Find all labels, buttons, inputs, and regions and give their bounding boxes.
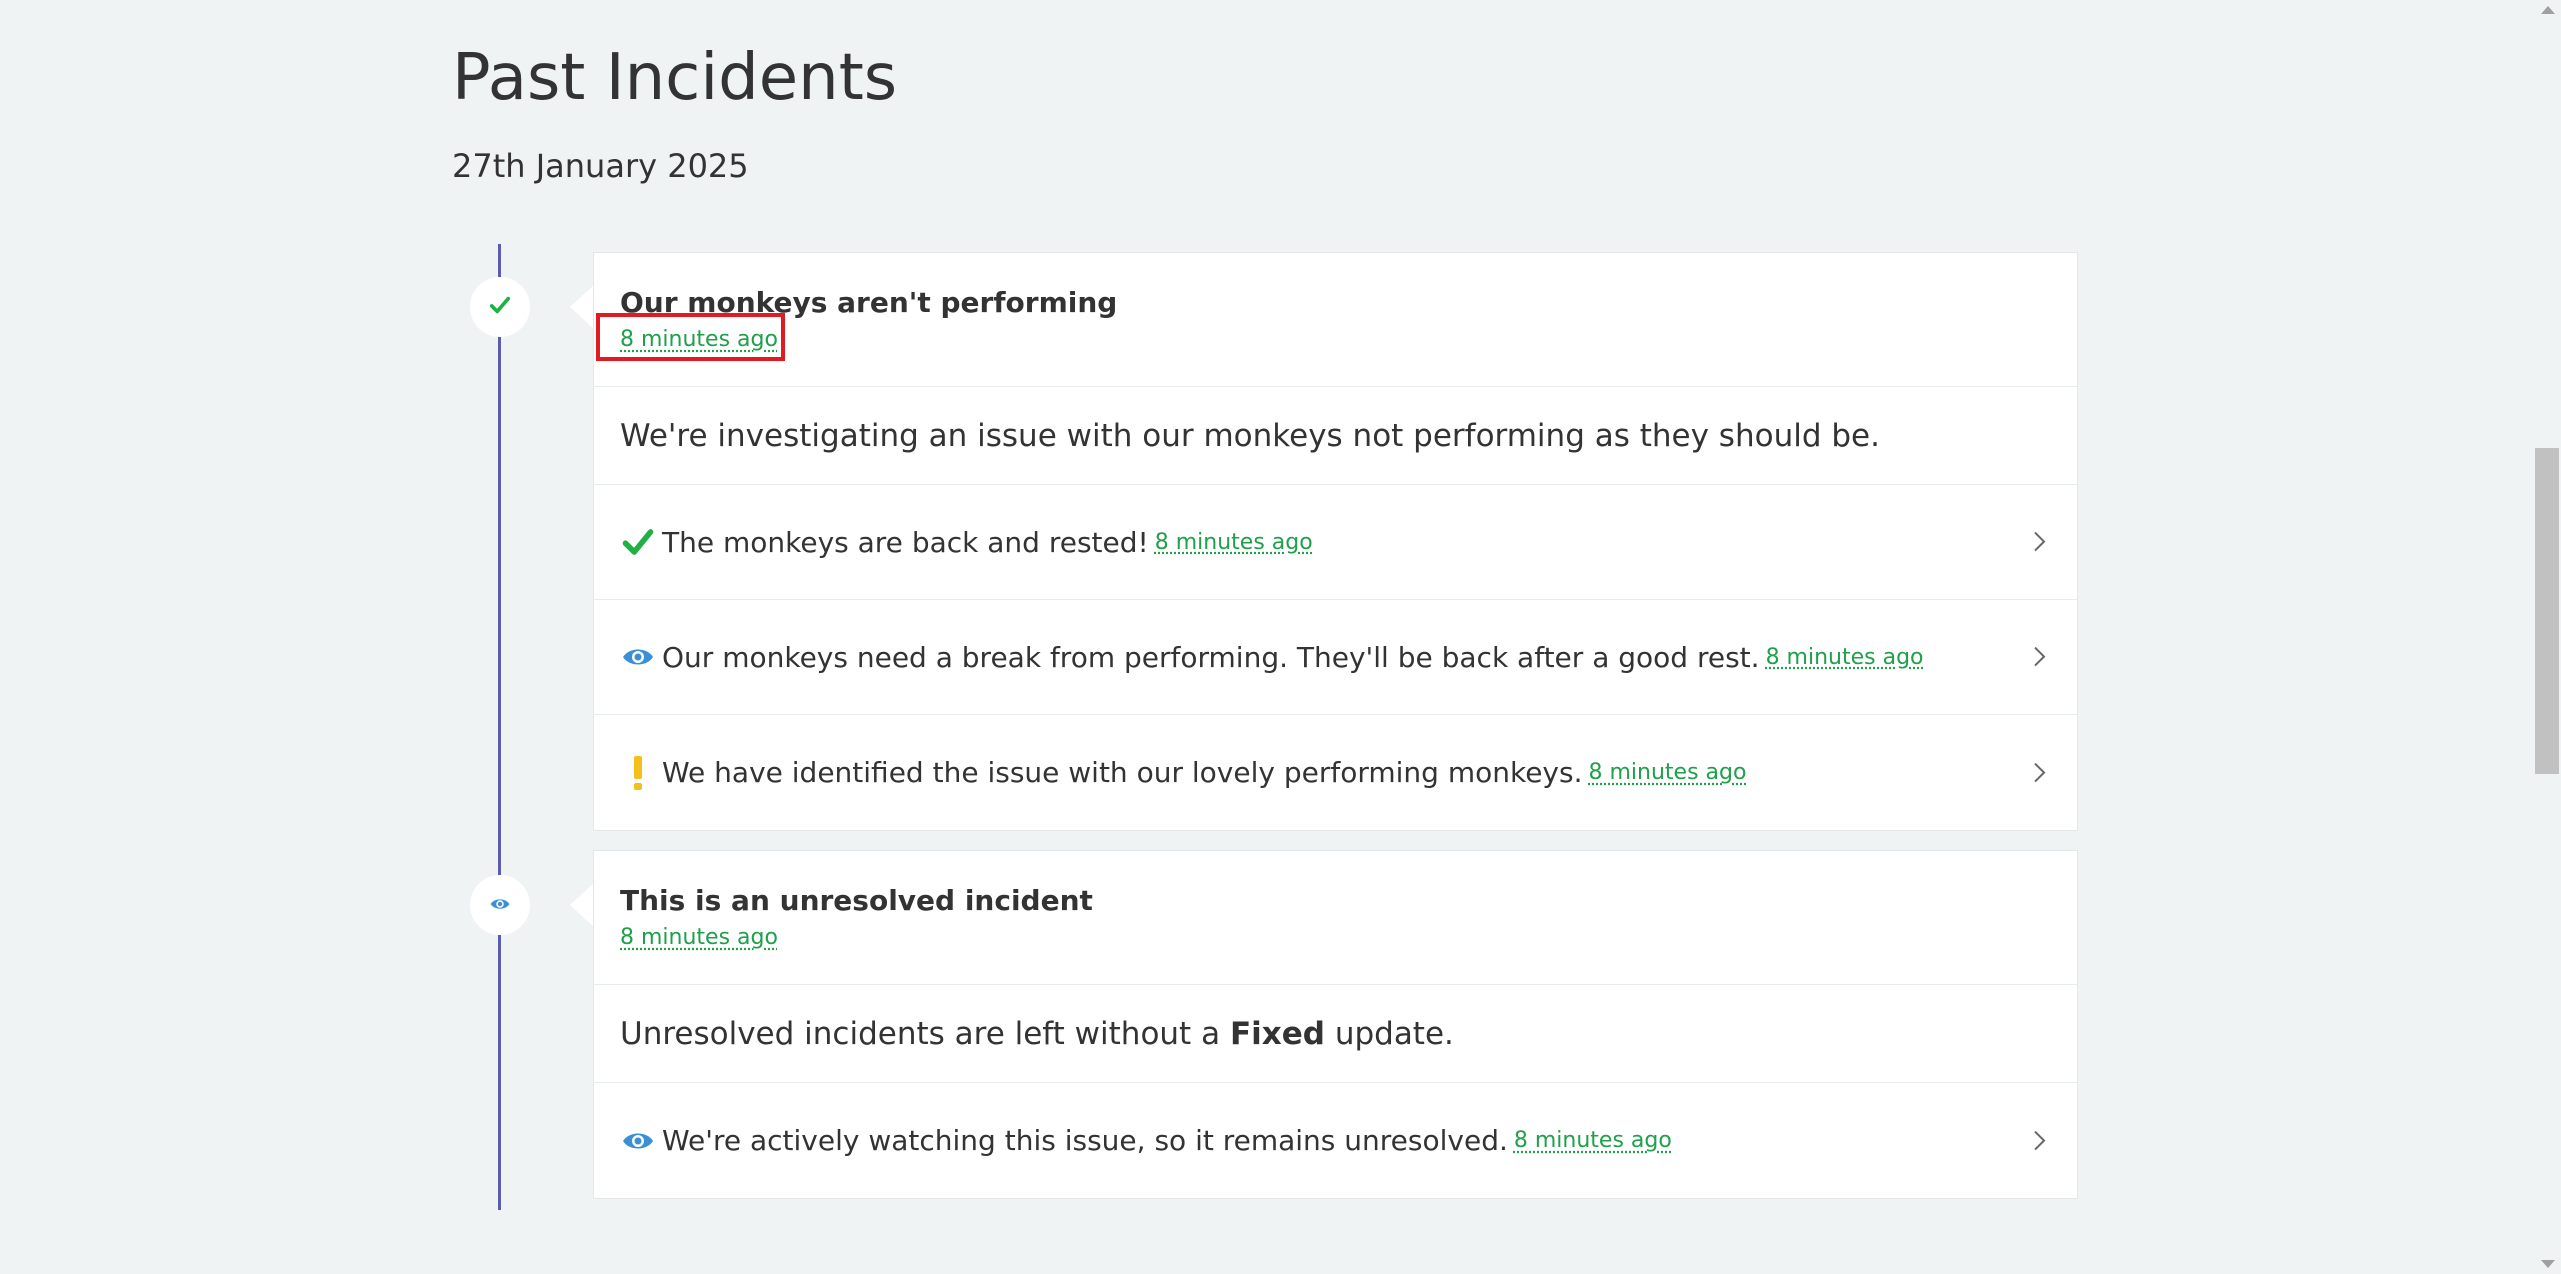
incident-title: This is an unresolved incident xyxy=(620,884,1093,917)
chevron-right-icon xyxy=(2029,643,2049,667)
incident-update-row[interactable]: We have identified the issue with our lo… xyxy=(594,715,2077,830)
incident-title: Our monkeys aren't performing xyxy=(620,286,1118,319)
update-timestamp-link[interactable]: 8 minutes ago xyxy=(1155,530,1313,555)
eye-icon xyxy=(490,896,510,915)
incident-timestamp-link[interactable]: 8 minutes ago xyxy=(620,325,778,355)
eye-icon xyxy=(620,1123,656,1159)
incident-update-row[interactable]: We're actively watching this issue, so i… xyxy=(594,1083,2077,1198)
card-pointer xyxy=(570,285,594,329)
page-title: Past Incidents xyxy=(452,41,898,115)
message-text-end: update. xyxy=(1334,1015,1454,1052)
incident-message: We're investigating an issue with our mo… xyxy=(594,387,2077,485)
check-icon xyxy=(620,524,656,560)
incident-update-row[interactable]: The monkeys are back and rested! 8 minut… xyxy=(594,485,2077,600)
chevron-right-icon xyxy=(2029,1126,2049,1150)
scroll-down-icon[interactable] xyxy=(2541,1260,2555,1268)
incident-message: Unresolved incidents are left without a … xyxy=(594,985,2077,1083)
message-text: Unresolved incidents are left without a xyxy=(620,1015,1221,1052)
status-page: Past Incidents 27th January 2025 Our mon… xyxy=(0,0,2561,1274)
update-text: Our monkeys need a break from performing… xyxy=(662,640,1760,674)
chevron-right-icon xyxy=(2029,528,2049,552)
exclamation-icon xyxy=(620,755,656,791)
scrollbar-thumb[interactable] xyxy=(2535,448,2559,774)
incident-timestamp-link[interactable]: 8 minutes ago xyxy=(620,923,778,953)
incident-card: Our monkeys aren't performing 8 minutes … xyxy=(593,252,2078,831)
incident-status-marker xyxy=(470,277,530,337)
incident-date-heading: 27th January 2025 xyxy=(452,147,749,185)
update-text: The monkeys are back and rested! xyxy=(662,525,1149,559)
update-timestamp-link[interactable]: 8 minutes ago xyxy=(1766,645,1924,670)
scrollbar[interactable] xyxy=(2533,0,2561,1274)
update-text: We're actively watching this issue, so i… xyxy=(662,1124,1508,1157)
timeline-line xyxy=(498,244,501,1210)
message-bold-text: Fixed xyxy=(1229,1015,1325,1052)
update-timestamp-link[interactable]: 8 minutes ago xyxy=(1514,1128,1672,1153)
incident-card: This is an unresolved incident 8 minutes… xyxy=(593,850,2078,1199)
scroll-up-icon[interactable] xyxy=(2541,6,2555,14)
incident-header: Our monkeys aren't performing 8 minutes … xyxy=(594,253,2077,387)
eye-icon xyxy=(620,639,656,675)
check-icon xyxy=(489,294,511,320)
incident-header: This is an unresolved incident 8 minutes… xyxy=(594,851,2077,985)
incident-update-row[interactable]: Our monkeys need a break from performing… xyxy=(594,600,2077,715)
incident-status-marker xyxy=(470,875,530,935)
update-timestamp-link[interactable]: 8 minutes ago xyxy=(1588,760,1746,785)
chevron-right-icon xyxy=(2029,758,2049,782)
card-pointer xyxy=(570,883,594,927)
update-text: We have identified the issue with our lo… xyxy=(662,756,1583,789)
